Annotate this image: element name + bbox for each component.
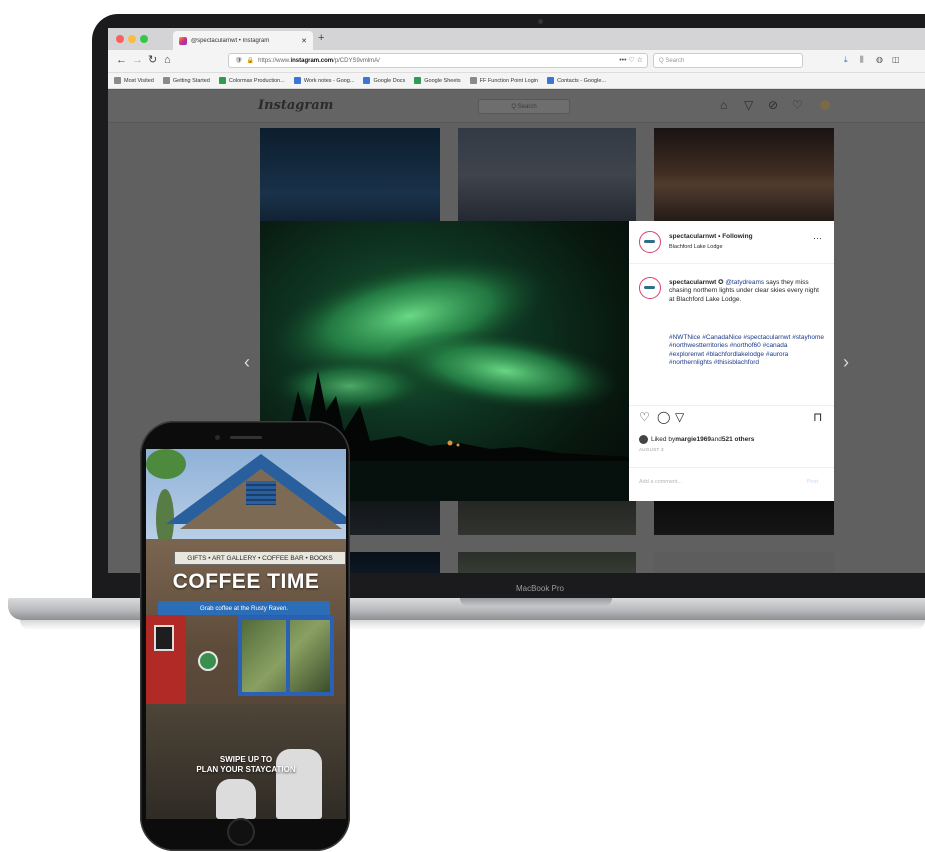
post-location[interactable]: Blachford Lake Lodge [669,244,723,250]
bookmark-item[interactable]: Work notes - Goog... [293,77,354,84]
divider [629,405,834,406]
bookmark-item[interactable]: Contacts - Google... [547,77,606,84]
new-tab-button[interactable]: + [318,32,324,44]
bookmark-icon [547,77,555,84]
save-bookmark-icon[interactable]: ⊓ [813,411,822,423]
phone-speaker [230,436,262,439]
url-bar[interactable]: 🛡 🔒 https://www.instagram.com/p/CDYS9vml… [228,53,648,68]
post-author-username[interactable]: spectacularnwt • Following [669,233,753,240]
laptop-notch [460,598,612,606]
bookmarks-bar: Most Visited Getting Started Colormax Pr… [108,73,925,89]
post-date: AUGUST 3 [639,447,664,452]
post-hashtags[interactable]: #NWTNice #CanadaNice #spectacularnwt #st… [669,334,824,368]
grid-post[interactable] [260,128,440,223]
story-round-sign [198,651,218,671]
bookmark-item[interactable]: Getting Started [162,77,210,84]
story-swipe-up-cta[interactable]: SWIPE UP TO PLAN YOUR STAYCATION [146,755,346,775]
verified-icon: ✪ [718,279,724,286]
sidebar-icon[interactable]: ◫ [892,55,900,64]
instagram-search-input[interactable]: Q Search [478,99,570,114]
grid-post[interactable] [654,552,834,573]
lock-icon: 🔒 [246,58,255,64]
grid-post[interactable] [654,501,834,535]
phone-home-button[interactable] [227,818,255,846]
post-details-panel: spectacularnwt • Following Blachford Lak… [629,221,834,501]
browser-titlebar: @spectacularnwt • Instagram ✕ + [108,28,925,50]
download-icon[interactable]: ⤓ [844,55,848,65]
swipe-line: PLAN YOUR STAYCATION [196,765,296,774]
phone-camera [215,435,220,440]
author-avatar[interactable] [639,231,661,253]
instagram-favicon-icon [179,36,187,45]
shield-icon: 🛡 [235,58,243,64]
bookmark-item[interactable]: FF Function Point Login [469,77,538,84]
story-title: COFFEE TIME [172,570,320,593]
comment-icon[interactable]: ◯ [657,411,670,423]
like-heart-icon[interactable]: ♡ [639,411,650,423]
bookmark-item[interactable]: Most Visited [114,77,154,84]
bookmark-item[interactable]: Colormax Production... [218,77,285,84]
grid-post[interactable] [458,552,636,573]
laptop-camera [538,19,543,24]
home-icon[interactable]: ⌂ [164,54,171,66]
divider [629,263,834,264]
browser-toolbar: ← → ↻ ⌂ 🛡 🔒 https://www.instagram.com/p/… [108,50,925,73]
phone-screen[interactable]: GIFTS • ART GALLERY • COFFEE BAR • BOOKS… [146,449,346,819]
bookmark-icon [162,77,170,84]
browser-search-input[interactable]: Q Search [653,53,803,68]
share-icon[interactable]: ▽ [675,411,684,423]
minimize-window-button[interactable] [128,35,136,43]
post-caption: spectacularnwt ✪ @tatydreams says they m… [669,279,824,304]
caption-avatar[interactable] [639,277,661,299]
bookmark-icon [114,77,121,84]
swipe-line: SWIPE UP TO [219,755,273,764]
home-icon[interactable]: ⌂ [720,98,727,112]
laptop-label: MacBook Pro [515,584,565,593]
grid-post[interactable] [458,501,636,535]
tab-title: @spectacularnwt • Instagram [191,37,270,44]
bookmark-icon [414,77,422,84]
story-banner: Grab coffee at the Rusty Raven. [158,601,330,615]
previous-post-arrow-icon[interactable]: ‹ [244,352,250,373]
bookmark-icon [363,77,371,84]
bookmark-icon [293,77,301,84]
story-cabin-vent [246,481,276,505]
instagram-logo[interactable]: Instagram [258,98,333,113]
caption-mention[interactable]: @tatydreams [725,279,764,286]
more-options-icon[interactable]: ··· [813,233,822,243]
close-window-button[interactable] [116,35,124,43]
tab-close-icon[interactable]: ✕ [301,37,307,45]
story-door-sign [154,625,174,651]
reload-icon[interactable]: ↻ [148,54,157,66]
page-actions-icon[interactable]: ••• ♡ ☆ [619,56,643,64]
story-shop-sign: GIFTS • ART GALLERY • COFFEE BAR • BOOKS [174,551,346,565]
direct-message-icon[interactable]: ▽ [744,98,753,112]
tab-instagram[interactable]: @spectacularnwt • Instagram ✕ [173,31,313,50]
likes-summary[interactable]: Liked by margie1969 and 521 others [639,435,754,444]
profile-avatar[interactable] [820,100,830,110]
comment-input[interactable]: Add a comment... [639,479,682,485]
library-icon[interactable]: ⫼ [860,55,864,65]
sync-icon[interactable]: ◍ [876,55,883,64]
caption-username[interactable]: spectacularnwt [669,279,716,286]
grid-post[interactable] [654,128,834,223]
divider [629,467,834,468]
maximize-window-button[interactable] [140,35,148,43]
post-comment-button[interactable]: Post [807,479,818,485]
bookmark-item[interactable]: Google Docs [363,77,405,84]
instagram-header: Instagram Q Search ⌂ ▽ ⊘ ♡ [108,90,925,123]
bookmark-icon [469,77,477,84]
activity-heart-icon[interactable]: ♡ [792,98,803,112]
explore-icon[interactable]: ⊘ [768,98,778,112]
back-arrow-icon[interactable]: ← [116,54,127,66]
forward-arrow-icon[interactable]: → [132,54,143,66]
url-text: https://www.instagram.com/p/CDYS9vmlmA/ [258,57,380,64]
liker-avatar [639,435,648,444]
story-cabin-window [238,616,334,696]
bookmark-item[interactable]: Google Sheets [414,77,461,84]
next-post-arrow-icon[interactable]: › [843,352,849,373]
grid-post[interactable] [458,128,636,223]
bookmark-icon [218,77,226,84]
story-chair [216,779,256,819]
